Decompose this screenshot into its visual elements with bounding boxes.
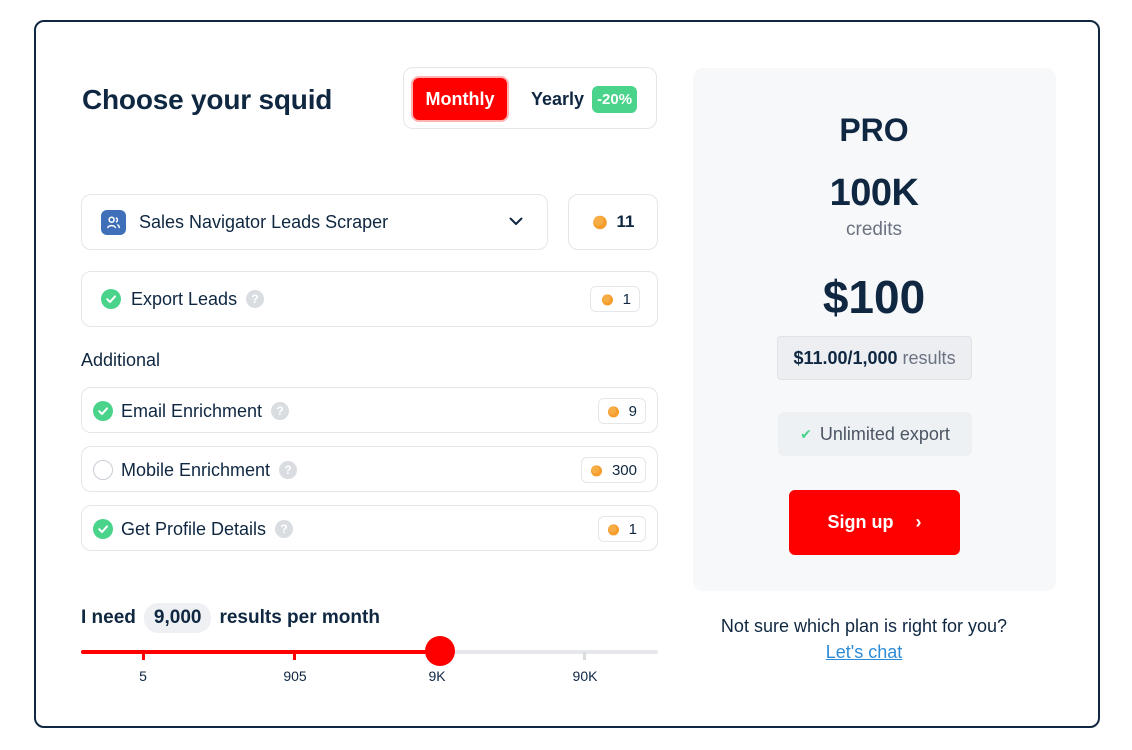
price-per-results: $11.00/1,000 results — [777, 336, 972, 380]
sign-up-button[interactable]: Sign up › — [789, 490, 960, 555]
slider-tick-label: 90K — [572, 668, 598, 684]
chevron-right-icon: › — [915, 512, 922, 532]
coin-icon — [601, 293, 614, 306]
help-icon[interactable]: ? — [271, 402, 290, 420]
sign-up-label: Sign up — [827, 512, 894, 532]
coin-icon — [592, 214, 608, 230]
results-slider-thumb[interactable] — [425, 636, 455, 666]
option-label: Export Leads — [131, 289, 238, 309]
option-label: Mobile Enrichment — [121, 460, 271, 480]
lets-chat-link[interactable]: Let's chat — [826, 642, 902, 663]
slider-tick-label: 905 — [283, 668, 307, 684]
checkbox-checked-icon[interactable] — [93, 519, 113, 539]
feature-badge: ✔ Unlimited export — [778, 412, 972, 456]
chevron-down-icon — [509, 217, 523, 225]
option-label: Get Profile Details — [121, 519, 267, 539]
monthly-toggle-button[interactable]: Monthly — [411, 76, 509, 122]
option-get-profile-details: Get Profile Details? 1 — [81, 505, 658, 551]
yearly-toggle-button[interactable]: Yearly -20% — [531, 76, 638, 122]
results-prefix: I need — [81, 607, 136, 628]
option-credits-value: 1 — [622, 290, 631, 308]
option-email-enrichment: Email Enrichment? 9 — [81, 387, 658, 433]
option-credits-value: 9 — [628, 402, 637, 420]
plan-price: $100 — [822, 271, 926, 323]
help-icon[interactable]: ? — [279, 461, 298, 479]
page-title: Choose your squid — [82, 84, 333, 115]
billing-toggle: Monthly Yearly -20% — [403, 67, 657, 129]
slider-tick — [293, 652, 296, 660]
coin-icon — [607, 405, 620, 418]
price-per-results-value: $11.00/1,000 — [793, 347, 898, 368]
plan-credits-label: credits — [846, 219, 902, 240]
plan-name: PRO — [839, 112, 909, 148]
option-mobile-enrichment: Mobile Enrichment? 300 — [81, 446, 658, 492]
slider-tick — [583, 652, 586, 660]
users-icon — [101, 210, 126, 235]
option-export-leads: Export Leads? 1 — [81, 271, 658, 327]
yearly-label: Yearly — [531, 88, 585, 109]
additional-heading: Additional — [81, 350, 161, 370]
help-icon[interactable]: ? — [246, 290, 265, 308]
results-suffix: results per month — [219, 607, 380, 628]
option-credits-value: 1 — [628, 520, 637, 538]
scraper-select-label: Sales Navigator Leads Scraper — [139, 212, 389, 232]
option-credits: 1 — [590, 286, 640, 312]
feature-label: Unlimited export — [819, 423, 950, 444]
results-sentence: I need 9,000 results per month — [81, 603, 380, 633]
checkbox-checked-icon[interactable] — [101, 289, 121, 309]
slider-tick-label: 9K — [428, 668, 446, 684]
slider-tick-label: 5 — [139, 668, 147, 684]
option-credits: 1 — [598, 516, 646, 542]
option-credits-value: 300 — [611, 461, 637, 479]
option-credits: 9 — [598, 398, 646, 424]
plan-credits-amount: 100K — [829, 172, 919, 214]
coin-icon — [590, 464, 603, 477]
discount-badge: -20% — [592, 85, 638, 113]
option-label: Email Enrichment — [121, 401, 263, 421]
checkbox-checked-icon[interactable] — [93, 401, 113, 421]
scraper-credits-value: 11 — [616, 212, 635, 231]
check-icon: ✔ — [800, 425, 812, 442]
scraper-credits: 11 — [568, 194, 658, 250]
scraper-select[interactable]: Sales Navigator Leads Scraper — [81, 194, 548, 250]
results-slider-fill — [81, 650, 439, 654]
slider-tick — [142, 652, 145, 660]
help-icon[interactable]: ? — [275, 520, 294, 538]
price-per-results-label: results — [902, 347, 956, 368]
coin-icon — [607, 523, 620, 536]
option-credits: 300 — [581, 457, 646, 483]
help-question: Not sure which plan is right for you? — [720, 616, 1008, 636]
results-value: 9,000 — [143, 603, 212, 633]
checkbox-unchecked[interactable] — [93, 460, 113, 480]
